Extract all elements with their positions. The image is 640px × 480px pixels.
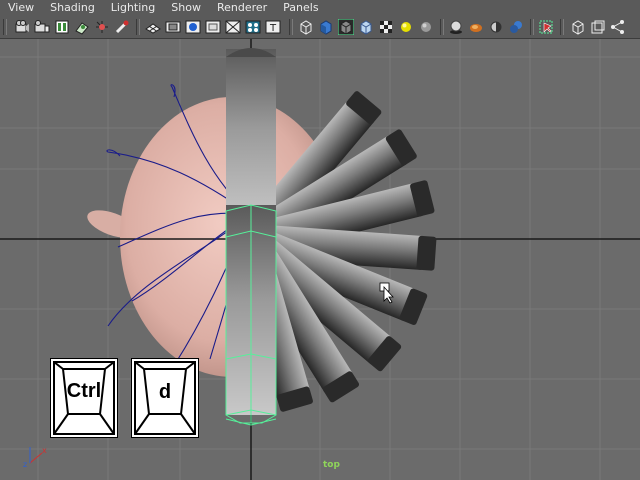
panel-menu-bar: View Shading Lighting Show Renderer Pane…: [0, 0, 640, 16]
screen-space-ao-icon[interactable]: [468, 19, 484, 35]
ctrl-key-icon: Ctrl: [53, 361, 115, 435]
ctrl-key-overlay: Ctrl: [50, 358, 118, 438]
default-material-icon[interactable]: [358, 19, 374, 35]
grid-icon[interactable]: [145, 19, 161, 35]
camera-name-label: top: [323, 460, 340, 470]
toolbar-separator: [3, 19, 7, 35]
maya-viewport-panel: View Shading Lighting Show Renderer Pane…: [0, 0, 640, 480]
safe-title-icon[interactable]: T: [265, 19, 281, 35]
all-lights-icon[interactable]: [418, 19, 434, 35]
toolbar-separator: [136, 19, 140, 35]
menu-panels[interactable]: Panels: [275, 0, 326, 16]
ctrl-key-label: Ctrl: [67, 380, 101, 402]
bookmarks-icon[interactable]: [54, 19, 70, 35]
axis-x-label: x: [42, 446, 47, 455]
motion-blur-icon[interactable]: [488, 19, 504, 35]
camera-icon[interactable]: [14, 19, 30, 35]
xray-joints-icon[interactable]: [570, 19, 586, 35]
d-key-label: d: [159, 381, 171, 403]
menu-shading[interactable]: Shading: [42, 0, 103, 16]
wireframe-icon[interactable]: [298, 19, 314, 35]
toolbar-separator: [560, 19, 564, 35]
wireframe-on-shaded-icon[interactable]: [338, 19, 354, 35]
panel-toolbar: T: [0, 16, 640, 39]
film-gate-icon[interactable]: [165, 19, 181, 35]
gate-mask-icon[interactable]: [205, 19, 221, 35]
grease-pencil-icon[interactable]: [114, 19, 130, 35]
d-key-overlay: d: [131, 358, 199, 438]
2d-pan-zoom-icon[interactable]: [94, 19, 110, 35]
axis-z-label: z: [23, 460, 27, 469]
menu-show[interactable]: Show: [163, 0, 209, 16]
symmetry-icon[interactable]: [610, 19, 626, 35]
smooth-shade-icon[interactable]: [318, 19, 334, 35]
safe-action-icon[interactable]: [245, 19, 261, 35]
d-key-icon: d: [134, 361, 196, 435]
axis-indicator: x z: [23, 446, 47, 469]
use-default-lighting-icon[interactable]: [398, 19, 414, 35]
top-viewport[interactable]: Ctrl d x z top: [0, 39, 640, 480]
xray-components-icon[interactable]: [590, 19, 606, 35]
menu-view[interactable]: View: [0, 0, 42, 16]
field-chart-icon[interactable]: [225, 19, 241, 35]
camera-attributes-icon[interactable]: [34, 19, 50, 35]
toolbar-separator: [289, 19, 293, 35]
anti-aliasing-icon[interactable]: [508, 19, 524, 35]
toolbar-separator: [530, 19, 534, 35]
isolate-select-icon[interactable]: [538, 19, 554, 35]
toolbar-separator: [440, 19, 444, 35]
selected-segment[interactable]: [225, 204, 277, 426]
original-arm-column[interactable]: [226, 48, 276, 224]
menu-renderer[interactable]: Renderer: [209, 0, 275, 16]
xray-icon[interactable]: [378, 19, 394, 35]
shadows-icon[interactable]: [448, 19, 464, 35]
image-plane-icon[interactable]: [74, 19, 90, 35]
menu-lighting[interactable]: Lighting: [103, 0, 163, 16]
resolution-gate-icon[interactable]: [185, 19, 201, 35]
svg-text:T: T: [269, 23, 277, 34]
